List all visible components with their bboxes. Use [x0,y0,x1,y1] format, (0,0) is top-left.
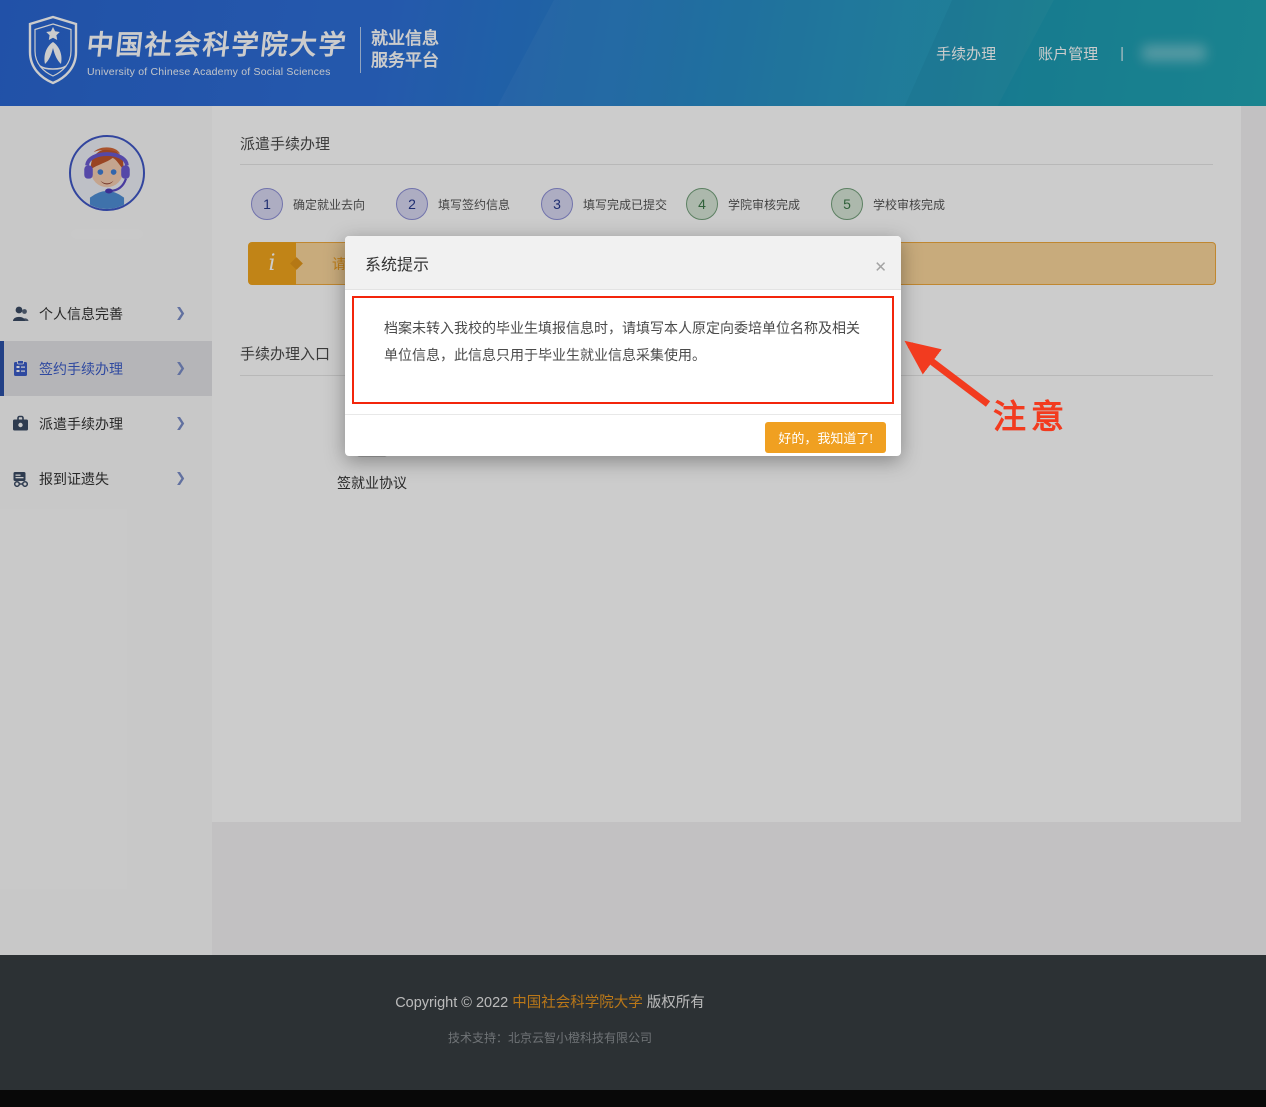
confirm-button[interactable]: 好的，我知道了! [765,422,886,453]
highlighted-notice-box: 档案未转入我校的毕业生填报信息时，请填写本人原定向委培单位名称及相关单位信息，此… [352,296,894,404]
system-prompt-dialog: 系统提示 ✕ 档案未转入我校的毕业生填报信息时，请填写本人原定向委培单位名称及相… [345,236,901,456]
dialog-footer: 好的，我知道了! [345,414,901,456]
dialog-body-text: 档案未转入我校的毕业生填报信息时，请填写本人原定向委培单位名称及相关单位信息，此… [354,298,892,369]
dialog-title: 系统提示 [365,251,429,275]
modal-overlay [0,0,1266,1107]
dialog-header: 系统提示 [345,236,901,290]
close-icon[interactable]: ✕ [874,260,887,275]
attention-annotation: 注意 [880,320,1110,440]
attention-label: 注意 [993,390,1069,438]
